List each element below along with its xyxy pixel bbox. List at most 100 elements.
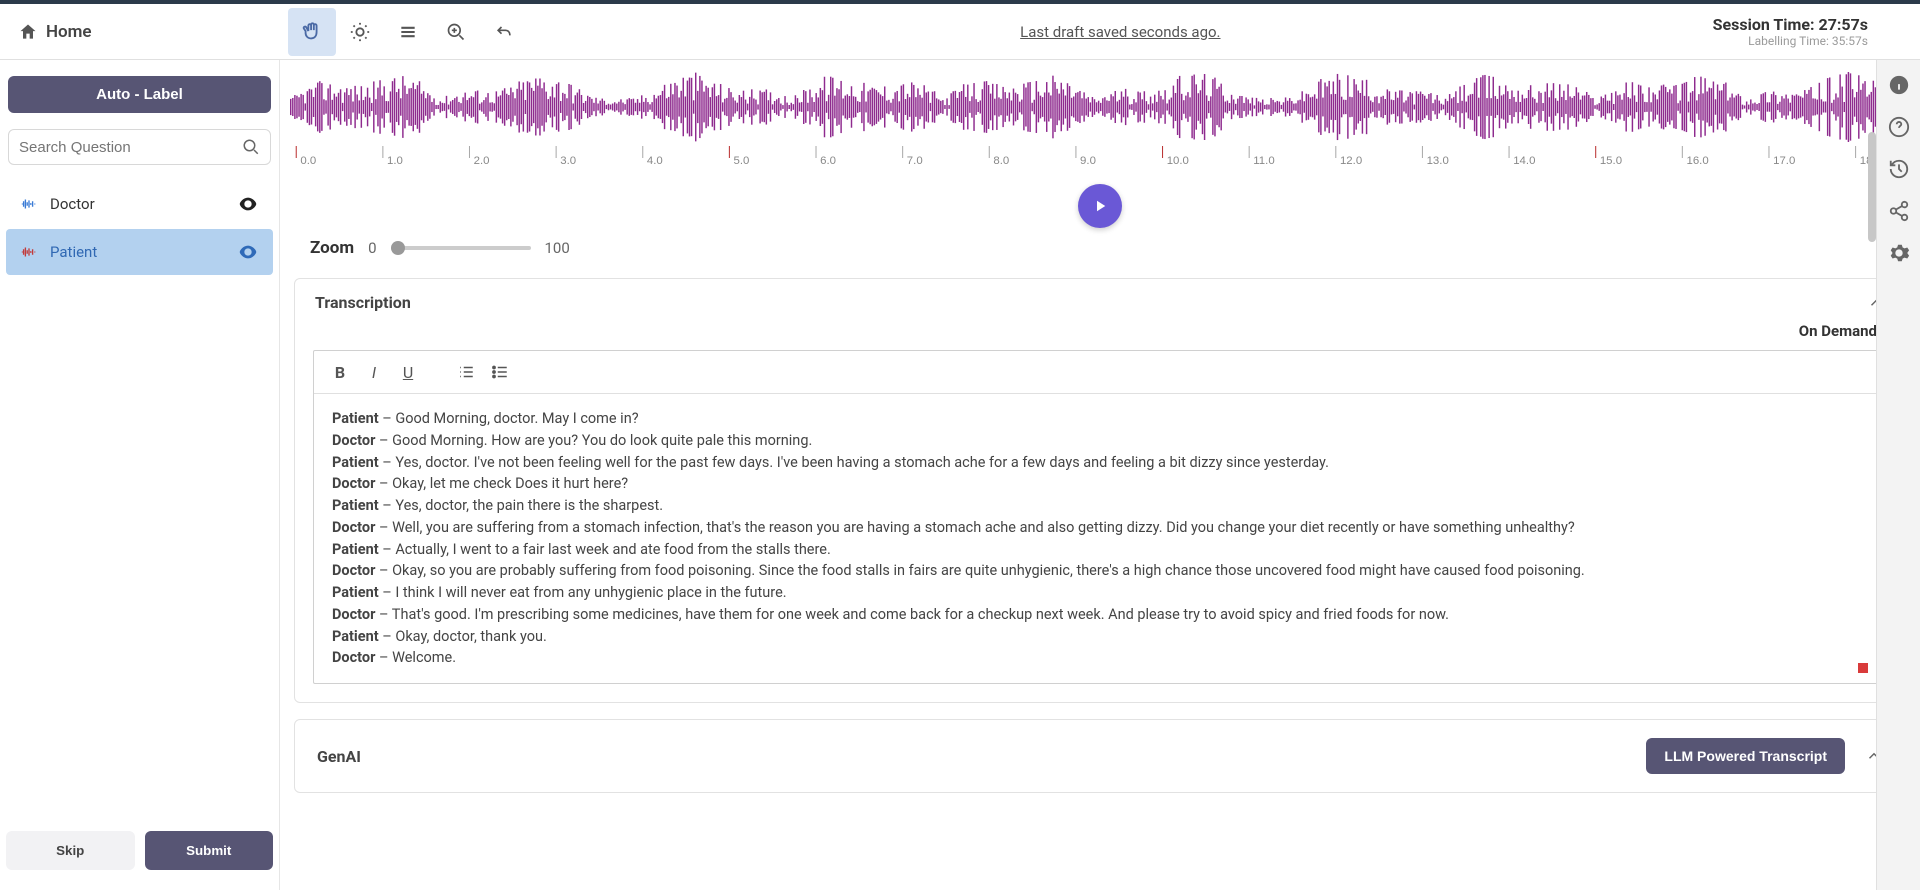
content: 0.01.02.03.04.05.06.07.08.09.010.011.012… [280,60,1920,890]
header-center: Last draft saved seconds ago. [528,23,1713,41]
zoom-label: Zoom [310,238,354,258]
svg-text:7.0: 7.0 [907,155,923,167]
submit-button[interactable]: Submit [145,831,274,870]
svg-text:13.0: 13.0 [1427,155,1449,167]
zoom-slider-thumb[interactable] [391,241,405,255]
transcript-line[interactable]: Patient – Good Morning, doctor. May I co… [332,408,1868,430]
draft-saved-link[interactable]: Last draft saved seconds ago. [1020,23,1220,41]
sidebar-actions: Skip Submit [6,823,273,878]
list-tool-button[interactable] [384,8,432,56]
play-button[interactable] [1078,184,1122,228]
search-input[interactable] [19,139,242,156]
italic-button[interactable]: I [362,361,386,383]
zoom-control: Zoom 0 100 [290,238,1910,278]
editor: B I U Patient – Good Morning, doctor. Ma… [313,350,1887,684]
transcript-speaker: Doctor [332,519,375,536]
scrollbar-thumb[interactable] [1868,132,1876,242]
gear-icon[interactable] [1888,242,1910,264]
transcript-line[interactable]: Patient – Yes, doctor, the pain there is… [332,495,1868,517]
brightness-tool-button[interactable] [336,8,384,56]
zoom-in-tool-button[interactable] [432,8,480,56]
svg-text:16.0: 16.0 [1686,155,1708,167]
search-wrap[interactable] [8,129,271,165]
transcript-speaker: Patient [332,628,379,645]
home-icon [18,22,38,42]
ordered-list-button[interactable] [454,361,478,383]
svg-text:12.0: 12.0 [1340,155,1362,167]
svg-text:3.0: 3.0 [560,155,576,167]
transcript-line[interactable]: Doctor – Welcome. [332,647,1868,669]
svg-text:14.0: 14.0 [1513,155,1535,167]
transcript-line[interactable]: Doctor – Well, you are suffering from a … [332,517,1868,539]
svg-text:9.0: 9.0 [1080,155,1096,167]
transcript-line[interactable]: Patient – Yes, doctor. I've not been fee… [332,452,1868,474]
transcript-line[interactable]: Patient – Actually, I went to a fair las… [332,539,1868,561]
genai-header[interactable]: GenAI LLM Powered Transcript [295,720,1905,792]
svg-text:11.0: 11.0 [1253,155,1274,167]
waveform-area: 0.01.02.03.04.05.06.07.08.09.010.011.012… [280,60,1920,278]
audio-waveform[interactable] [290,72,1910,142]
svg-text:0.0: 0.0 [300,155,316,167]
hand-icon [301,21,323,43]
zoom-slider[interactable] [391,246,531,250]
pan-tool-button[interactable] [288,8,336,56]
transcript-speaker: Doctor [332,562,375,579]
main: Auto - Label Doctor Patient Skip Submit … [0,60,1920,890]
transcript-line[interactable]: Doctor – Okay, let me check Does it hurt… [332,473,1868,495]
home-link[interactable]: Home [0,22,280,42]
underline-button[interactable]: U [396,361,420,383]
transcript-text: – Well, you are suffering from a stomach… [375,519,1574,536]
transcript-line[interactable]: Doctor – Okay, so you are probably suffe… [332,560,1868,582]
transcript-line[interactable]: Patient – Okay, doctor, thank you. [332,626,1868,648]
help-icon[interactable] [1888,116,1910,138]
skip-button[interactable]: Skip [6,831,135,870]
transcript-speaker: Doctor [332,432,375,449]
svg-text:2.0: 2.0 [474,155,490,167]
transcription-panel: Transcription On Demand B I U [294,278,1906,703]
transcript-speaker: Patient [332,410,379,427]
bold-button[interactable]: B [328,361,352,383]
history-icon[interactable] [1888,158,1910,180]
right-rail [1876,60,1920,890]
labelling-time: Labelling Time: 35:57s [1713,34,1868,48]
speaker-label: Patient [50,243,97,261]
share-icon[interactable] [1888,200,1910,222]
transcript-text: – That's good. I'm prescribing some medi… [375,606,1449,623]
sun-icon [349,21,371,43]
zoom-min: 0 [368,239,376,257]
eye-icon[interactable] [237,241,259,263]
session-time-label: Session Time: [1713,15,1815,34]
app-header: Home Last draft saved seconds ago. Sessi… [0,4,1920,60]
transcript-line[interactable]: Patient – I think I will never eat from … [332,582,1868,604]
unordered-list-button[interactable] [488,361,512,383]
play-icon [1091,197,1109,215]
transcript-line[interactable]: Doctor – That's good. I'm prescribing so… [332,604,1868,626]
transcript-speaker: Doctor [332,649,375,666]
zoom-max: 100 [545,239,570,257]
speaker-item-patient[interactable]: Patient [6,229,273,275]
undo-tool-button[interactable] [480,8,528,56]
svg-text:17.0: 17.0 [1773,155,1795,167]
llm-transcript-button[interactable]: LLM Powered Transcript [1646,738,1845,774]
transcript-text: – Good Morning. How are you? You do look… [375,432,812,449]
recording-indicator-icon [1858,663,1868,673]
eye-icon[interactable] [237,193,259,215]
list-bullet-icon [491,363,509,381]
panel-title: GenAI [317,747,361,766]
zoom-in-icon [446,22,466,42]
info-icon[interactable] [1888,74,1910,96]
transcription-header[interactable]: Transcription [295,279,1905,322]
session-time: Session Time: 27:57s [1713,15,1868,34]
audio-timeline[interactable]: 0.01.02.03.04.05.06.07.08.09.010.011.012… [290,146,1910,174]
svg-text:5.0: 5.0 [734,155,750,167]
panel-title: Transcription [315,293,411,312]
undo-icon [494,22,514,42]
session-time-value: 27:57s [1819,15,1868,34]
transcript-line[interactable]: Doctor – Good Morning. How are you? You … [332,430,1868,452]
editor-toolbar: B I U [314,351,1886,394]
transcript-text: – Yes, doctor. I've not been feeling wel… [379,454,1329,471]
speaker-item-doctor[interactable]: Doctor [6,181,273,227]
svg-text:15.0: 15.0 [1600,155,1622,167]
auto-label-button[interactable]: Auto - Label [8,76,271,113]
editor-body[interactable]: Patient – Good Morning, doctor. May I co… [314,394,1886,683]
